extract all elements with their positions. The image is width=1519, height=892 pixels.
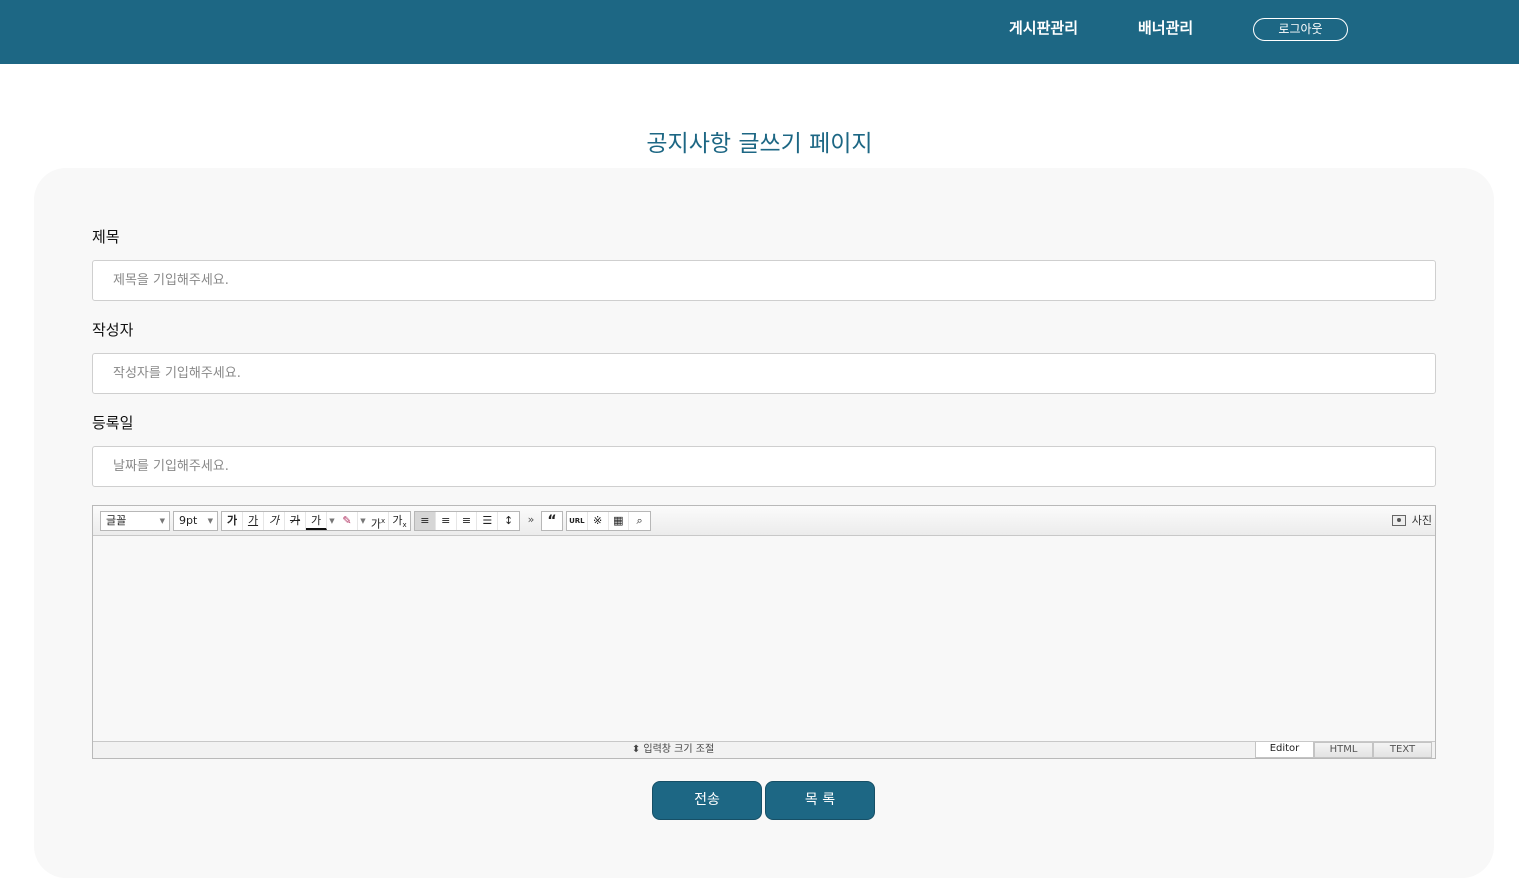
author-label: 작성자 bbox=[92, 321, 134, 339]
photo-label: 사진 bbox=[1411, 514, 1432, 527]
bold-button[interactable]: 가 bbox=[222, 512, 243, 530]
more-options-icon[interactable]: » bbox=[524, 511, 538, 531]
chevron-down-icon: ▼ bbox=[159, 517, 165, 525]
tab-editor[interactable]: Editor bbox=[1255, 742, 1314, 758]
underline-button[interactable]: 가 bbox=[243, 512, 264, 530]
nav-banner-management[interactable]: 배너관리 bbox=[1138, 17, 1193, 38]
superscript-button[interactable]: 가x bbox=[368, 512, 389, 531]
title-label: 제목 bbox=[92, 228, 120, 246]
font-family-select[interactable]: 글꼴 ▼ bbox=[100, 511, 170, 531]
camera-icon bbox=[1391, 514, 1406, 526]
line-height-icon[interactable]: ↕ bbox=[498, 512, 519, 530]
chevron-down-icon: ▼ bbox=[207, 517, 213, 525]
search-icon[interactable]: ⌕ bbox=[629, 512, 650, 530]
author-input[interactable] bbox=[92, 353, 1436, 394]
nav-board-management[interactable]: 게시판관리 bbox=[1009, 17, 1078, 38]
table-icon[interactable]: ▦ bbox=[609, 512, 630, 530]
editor-content-area[interactable] bbox=[93, 537, 1435, 741]
list-button[interactable]: 목 록 bbox=[765, 781, 875, 820]
align-center-icon[interactable]: ≡ bbox=[436, 512, 457, 530]
align-right-icon[interactable]: ≡ bbox=[457, 512, 478, 530]
tab-html[interactable]: HTML bbox=[1314, 742, 1373, 758]
chevron-down-icon[interactable]: ▼ bbox=[358, 512, 368, 530]
date-label: 등록일 bbox=[92, 414, 134, 432]
url-button[interactable]: URL bbox=[567, 512, 588, 530]
resize-arrows-icon: ⬍ bbox=[631, 744, 641, 755]
highlighter-icon[interactable]: ✎ bbox=[337, 512, 358, 530]
strikethrough-button[interactable]: 가 bbox=[285, 512, 306, 530]
special-character-icon[interactable]: ※ bbox=[588, 512, 609, 530]
italic-button[interactable]: 가 bbox=[264, 512, 285, 530]
photo-button[interactable]: 사진 bbox=[1391, 512, 1432, 528]
rich-text-editor: 글꼴 ▼ 9pt ▼ 가 가 가 가 가 ▼ ✎ ▼ 가x 가x ≡ ≡ ≡ ☰… bbox=[92, 505, 1436, 759]
alignment-group: ≡ ≡ ≡ ☰ ↕ bbox=[414, 511, 520, 531]
align-left-icon[interactable]: ≡ bbox=[415, 512, 436, 530]
subscript-button[interactable]: 가x bbox=[389, 512, 410, 530]
text-style-group: 가 가 가 가 가 ▼ ✎ ▼ 가x 가x bbox=[221, 511, 411, 531]
font-family-value: 글꼴 bbox=[106, 514, 127, 527]
date-input[interactable] bbox=[92, 446, 1436, 487]
quote-button[interactable]: “ bbox=[542, 512, 562, 530]
editor-toolbar: 글꼴 ▼ 9pt ▼ 가 가 가 가 가 ▼ ✎ ▼ 가x 가x ≡ ≡ ≡ ☰… bbox=[93, 506, 1435, 536]
align-justify-icon[interactable]: ☰ bbox=[477, 512, 499, 530]
quote-group: “ bbox=[541, 511, 563, 531]
superscript-label: 가 bbox=[370, 517, 381, 531]
editor-statusbar: ⬍ 입력창 크기 조절 Editor HTML TEXT bbox=[93, 741, 1435, 758]
subscript-label: 가 bbox=[392, 514, 403, 527]
insert-group: URL ※ ▦ ⌕ bbox=[566, 511, 651, 531]
font-size-value: 9pt bbox=[179, 514, 198, 527]
chevron-down-icon[interactable]: ▼ bbox=[327, 512, 337, 530]
submit-button[interactable]: 전송 bbox=[652, 781, 762, 820]
title-input[interactable] bbox=[92, 260, 1436, 301]
font-size-select[interactable]: 9pt ▼ bbox=[173, 511, 218, 531]
resize-label: 입력창 크기 조절 bbox=[643, 744, 715, 755]
font-color-button[interactable]: 가 bbox=[306, 512, 327, 530]
resize-handle[interactable]: ⬍ 입력창 크기 조절 bbox=[93, 742, 1253, 758]
tab-text[interactable]: TEXT bbox=[1373, 742, 1432, 758]
page-title: 공지사항 글쓰기 페이지 bbox=[646, 131, 873, 157]
top-navigation-bar: 게시판관리 배너관리 로그아웃 bbox=[0, 0, 1519, 64]
logout-button[interactable]: 로그아웃 bbox=[1253, 18, 1348, 41]
